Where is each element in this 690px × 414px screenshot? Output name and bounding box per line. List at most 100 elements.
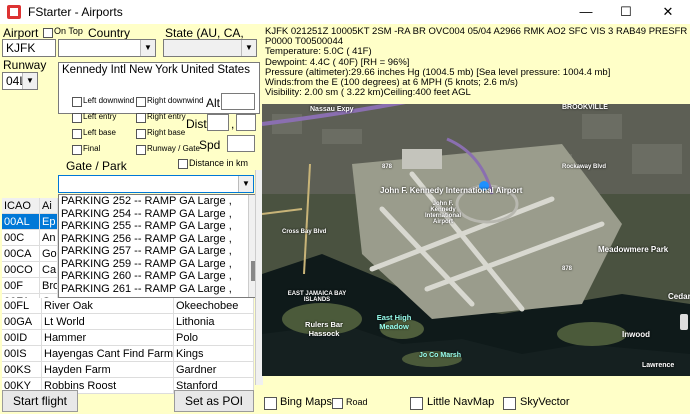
table-cell: An [40,230,58,246]
close-button[interactable]: ✕ [648,0,688,24]
table-cell: 00CO [2,262,40,278]
left-downwind-label: Left downwind [83,96,135,105]
runway-label: Runway [3,58,47,72]
table-row[interactable]: 00C An [2,230,254,246]
map-label-rulers: Rulers Bar Hassock [305,320,343,338]
bing-maps-label: Bing Maps [280,396,332,408]
table-row[interactable]: 00ID Hammer Polo [2,330,254,346]
table-cell: Hayengas Cant Find Farms [42,346,174,362]
table-cell: 00ID [2,330,42,346]
app-icon [7,5,21,19]
alt-label: Alt [206,96,221,110]
spd-input[interactable] [227,135,255,152]
right-downwind-checkbox[interactable] [136,97,146,107]
table-row[interactable]: 00GA Lt World Lithonia [2,314,254,330]
airport-label: Airport [3,26,39,40]
skyvector-checkbox[interactable] [503,397,516,410]
table-cell: River Oak [42,298,174,314]
map-label-inwood: Inwood [622,330,650,339]
dist-input-1[interactable] [207,114,229,131]
on-top-checkbox[interactable] [43,28,53,38]
table-row[interactable]: 00FL River Oak Okeechobee [2,298,254,314]
bing-maps-checkbox[interactable] [264,397,277,410]
runway-gate-checkbox[interactable] [136,145,146,155]
table-cell: 00CA [2,246,40,262]
map-options-bar: Bing Maps Road Little NavMap SkyVector [262,388,690,414]
chevron-down-icon: ▼ [140,40,155,56]
table-cell: 00F [2,278,40,294]
table-cell: Polo [174,330,254,346]
start-flight-button[interactable]: Start flight [2,390,78,412]
metar-panel: KJFK 021251Z 10005KT 2SM -RA BR OVC004 0… [262,24,690,104]
table-row[interactable]: 00CO Ca [2,262,254,278]
table-row[interactable]: 00AL Ep [2,214,254,230]
on-top-label: On Top [54,26,83,36]
country-select[interactable]: ▼ [58,39,156,57]
road-checkbox[interactable] [332,398,343,409]
header-icao[interactable]: ICAO [2,198,40,214]
runway-select[interactable]: 04L ▼ [2,72,38,90]
map-label-meadowmere: Meadowmere Park [598,245,669,254]
table-cell: 00KS [2,362,42,378]
table-cell: 00AL [2,214,40,230]
chevron-down-icon: ▼ [241,40,256,56]
table-cell: Kings [174,346,254,362]
map-label-east-high: East High Meadow [376,313,412,331]
dist-separator: , [231,117,235,131]
table-cell: Lithonia [174,314,254,330]
state-select[interactable]: ▼ [163,39,257,57]
gate-park-label: Gate / Park [66,159,127,173]
table-cell: Ep [40,214,58,230]
left-base-label: Left base [83,128,116,137]
dist-label: Dist [186,117,207,131]
table-cell: Okeechobee [174,298,254,314]
map-label-lawrence: Lawrence [642,362,675,369]
left-downwind-checkbox[interactable] [72,97,82,107]
map-view[interactable]: Nassau Expy BROOKVILLE John F. Kennedy I… [262,104,690,376]
map-label-878: 878 [382,164,393,170]
distance-km-label: Distance in km [189,158,249,168]
table-row[interactable]: 00F Bro [2,278,254,294]
map-label-cedar: Cedar [668,292,690,301]
distance-km-checkbox[interactable] [178,159,188,169]
right-downwind-label: Right downwind [147,96,204,105]
map-label-878b: 878 [562,266,573,272]
table-cell: 00C [2,230,40,246]
table-cell: 00FL [2,298,42,314]
right-entry-label: Right entry [147,112,186,121]
table-cell: Bro [40,278,58,294]
little-navmap-label: Little NavMap [427,396,495,408]
map-label-jo-co: Jo Co Marsh [419,352,462,359]
chevron-down-icon: ▼ [238,176,253,192]
left-base-checkbox[interactable] [72,129,82,139]
table-cell: Go [40,246,58,262]
window-title: FStarter - Airports [28,5,123,19]
airport-input[interactable]: KJFK [2,39,56,57]
title-bar: FStarter - Airports — ☐ ✕ [0,0,690,25]
minimize-button[interactable]: — [566,0,606,24]
little-navmap-checkbox[interactable] [410,397,423,410]
left-entry-checkbox[interactable] [72,113,82,123]
right-base-checkbox[interactable] [136,129,146,139]
table-cell: Hammer [42,330,174,346]
map-zoom-handle[interactable] [680,314,688,330]
map-label-brookville: BROOKVILLE [562,104,608,111]
table-row[interactable]: 00CA Go [2,246,254,262]
table-cell: Hayden Farm [42,362,174,378]
right-base-label: Right base [147,128,186,137]
maximize-button[interactable]: ☐ [606,0,646,24]
table-row[interactable]: 00KS Hayden Farm Gardner [2,362,254,378]
table-row[interactable]: 00IS Hayengas Cant Find Farms Kings [2,346,254,362]
header-airport[interactable]: Ai [40,198,58,214]
dist-input-2[interactable] [236,114,256,131]
gate-park-select[interactable]: ▼ [58,175,254,193]
right-entry-checkbox[interactable] [136,113,146,123]
table-cell: Lt World [42,314,174,330]
final-checkbox[interactable] [72,145,82,155]
table-cell: 00IS [2,346,42,362]
alt-input[interactable] [221,93,255,110]
table-cell: Gardner [174,362,254,378]
set-as-poi-button[interactable]: Set as POI [174,390,254,412]
map-label-jfk: John F. Kennedy International Airport [380,186,523,195]
country-label: Country [88,26,131,40]
